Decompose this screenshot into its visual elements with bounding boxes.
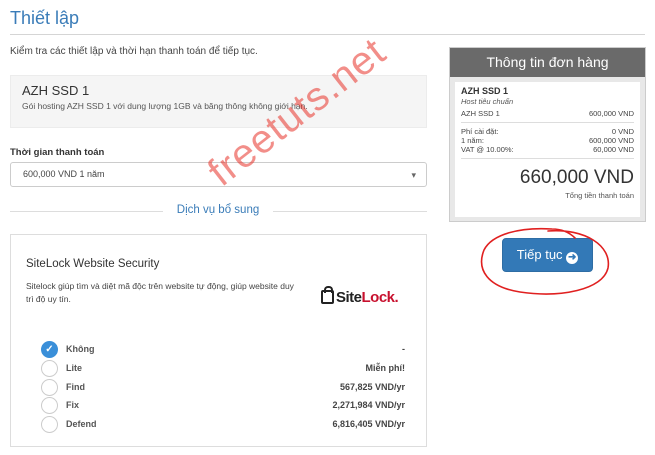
order-fee-vat: VAT @ 10.00%: 60,000 VND bbox=[461, 145, 634, 154]
addon-divider-right bbox=[273, 211, 427, 212]
option-price: Miễn phí! bbox=[365, 363, 406, 373]
product-description: Gói hosting AZH SSD 1 với dung lượng 1GB… bbox=[22, 101, 308, 111]
order-fee-term: 1 năm: 600,000 VND bbox=[461, 136, 634, 145]
continue-label: Tiếp tục bbox=[516, 247, 563, 262]
radio-icon[interactable] bbox=[41, 397, 58, 414]
radio-icon[interactable] bbox=[41, 416, 58, 433]
sitelock-option-defend[interactable]: Defend 6,816,405 VND/yr bbox=[41, 416, 405, 434]
order-fee-setup: Phí cài đặt: 0 VND bbox=[461, 127, 634, 136]
option-name: Fix bbox=[66, 400, 80, 410]
option-name: Không bbox=[66, 344, 95, 354]
padlock-icon bbox=[321, 286, 334, 304]
order-summary-header: Thông tin đơn hàng bbox=[450, 48, 645, 77]
sitelock-option-lite[interactable]: Lite Miễn phí! bbox=[41, 360, 405, 378]
order-line: AZH SSD 1 600,000 VND bbox=[461, 109, 634, 118]
option-name: Lite bbox=[66, 363, 83, 373]
sitelock-addon-panel: SiteLock Website Security Sitelock giúp … bbox=[10, 234, 427, 447]
radio-icon[interactable] bbox=[41, 360, 58, 377]
order-product-name: AZH SSD 1 bbox=[461, 86, 509, 96]
option-price: 567,825 VND/yr bbox=[339, 382, 405, 392]
sitelock-option-none[interactable]: ✓ Không - bbox=[41, 341, 405, 359]
option-price: 2,271,984 VND/yr bbox=[332, 400, 405, 410]
addon-divider-left bbox=[10, 211, 163, 212]
billing-cycle-value: 600,000 VND 1 năm bbox=[23, 169, 105, 179]
option-price: - bbox=[402, 344, 405, 354]
continue-button[interactable]: Tiếp tục ➜ bbox=[502, 238, 593, 272]
sitelock-option-fix[interactable]: Fix 2,271,984 VND/yr bbox=[41, 397, 405, 415]
sitelock-description: Sitelock giúp tìm và diệt mã độc trên we… bbox=[26, 281, 294, 304]
sitelock-title: SiteLock Website Security bbox=[26, 258, 160, 270]
order-total-label: Tổng tiền thanh toán bbox=[565, 191, 634, 200]
addon-section-title: Dịch vụ bổ sung bbox=[176, 204, 260, 216]
option-name: Defend bbox=[66, 419, 97, 429]
option-price: 6,816,405 VND/yr bbox=[332, 419, 405, 429]
sitelock-logo: SiteLock. bbox=[321, 286, 399, 306]
order-divider bbox=[461, 122, 634, 123]
sitelock-option-find[interactable]: Find 567,825 VND/yr bbox=[41, 379, 405, 397]
arrow-circle-right-icon: ➜ bbox=[566, 252, 579, 264]
option-name: Find bbox=[66, 382, 85, 392]
order-product-group: Host tiêu chuẩn bbox=[461, 97, 514, 106]
radio-checked-icon[interactable]: ✓ bbox=[41, 341, 58, 358]
chevron-down-icon: ▾ bbox=[411, 170, 416, 180]
intro-text: Kiểm tra các thiết lập và thời hạn thanh… bbox=[10, 46, 258, 57]
order-total: 660,000 VND bbox=[519, 167, 634, 188]
order-summary-body: AZH SSD 1 Host tiêu chuẩn AZH SSD 1 600,… bbox=[455, 82, 640, 217]
radio-icon[interactable] bbox=[41, 379, 58, 396]
order-divider bbox=[461, 158, 634, 159]
order-summary-panel: Thông tin đơn hàng AZH SSD 1 Host tiêu c… bbox=[449, 47, 646, 222]
page-title: Thiết lập bbox=[10, 8, 80, 28]
billing-cycle-label: Thời gian thanh toán bbox=[10, 147, 105, 158]
title-divider bbox=[10, 34, 645, 35]
